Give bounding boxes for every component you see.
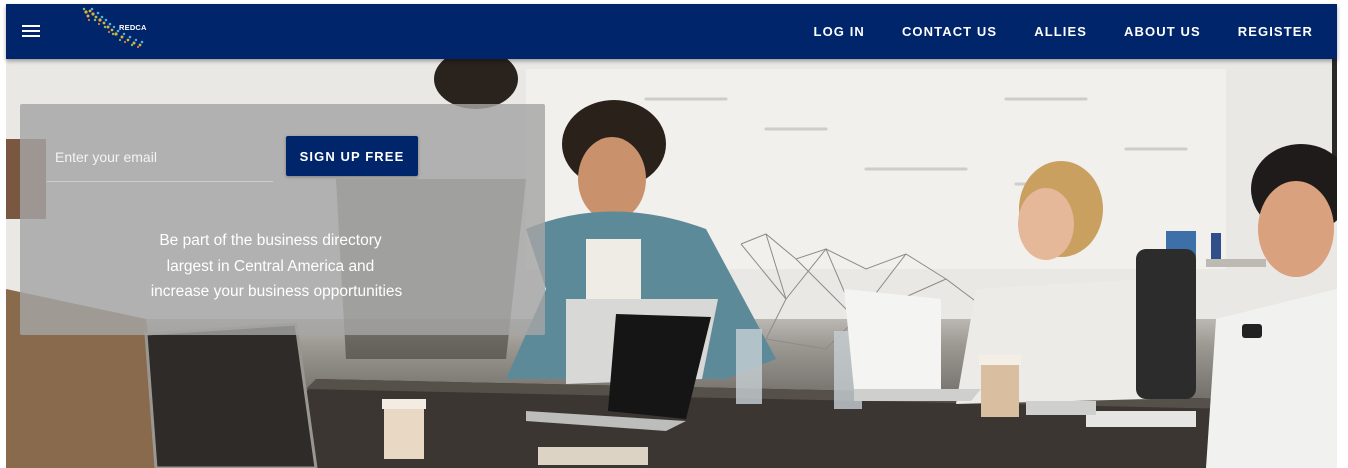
signup-panel: SIGN UP FREE Be part of the business dir…	[20, 104, 545, 335]
nav-about-us-link[interactable]: ABOUT US	[1124, 24, 1201, 39]
logo-text: REDCA	[119, 23, 147, 32]
tagline-line-3: increase your business opportunities	[150, 283, 403, 300]
tagline-line-2: largest in Central America and	[166, 257, 375, 275]
top-navbar: REDCA LOG IN CONTACT US ALLIES ABOUT US …	[6, 4, 1337, 59]
nav-register-link[interactable]: REGISTER	[1238, 24, 1313, 39]
signup-tagline: Be part of the business directory larges…	[20, 228, 545, 305]
nav-login-link[interactable]: LOG IN	[814, 24, 865, 39]
redca-logo[interactable]: REDCA	[78, 6, 148, 50]
sign-up-free-button[interactable]: SIGN UP FREE	[286, 136, 418, 176]
tagline-line-1: Be part of the business directory	[159, 232, 382, 249]
nav-allies-link[interactable]: ALLIES	[1034, 24, 1087, 39]
email-input[interactable]	[47, 132, 273, 182]
nav-links: LOG IN CONTACT US ALLIES ABOUT US REGIST…	[814, 4, 1337, 59]
hamburger-menu-icon[interactable]	[22, 24, 40, 38]
nav-contact-us-link[interactable]: CONTACT US	[902, 24, 997, 39]
